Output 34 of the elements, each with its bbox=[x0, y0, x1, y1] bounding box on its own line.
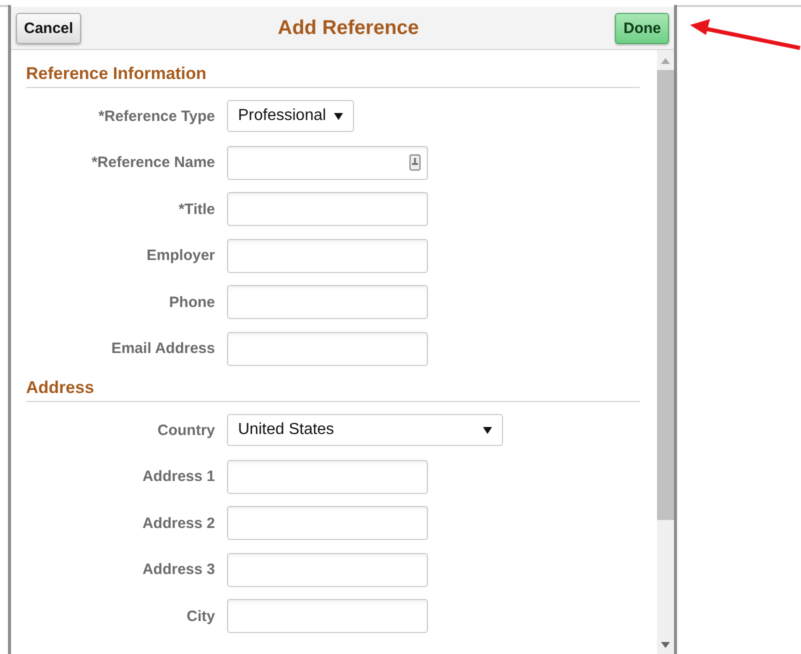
input-field[interactable] bbox=[227, 506, 428, 540]
field-label: *Title bbox=[178, 200, 216, 218]
scrollbar[interactable] bbox=[657, 50, 674, 654]
caret-icon bbox=[483, 426, 492, 434]
cancel-button[interactable]: Cancel bbox=[16, 12, 82, 44]
field-label: Address 1 bbox=[141, 468, 216, 485]
input-field[interactable] bbox=[227, 599, 428, 633]
section-heading: Reference Information bbox=[26, 64, 640, 88]
field-label: Address 2 bbox=[141, 514, 216, 532]
field-label: Address 3 bbox=[141, 561, 216, 578]
scroll-thumb[interactable] bbox=[657, 70, 674, 520]
field-label: Country bbox=[156, 422, 216, 438]
field-label: City bbox=[186, 608, 216, 624]
dropdown[interactable]: Professional bbox=[227, 100, 354, 132]
dropdown[interactable]: United States bbox=[227, 414, 503, 446]
input-field[interactable] bbox=[227, 552, 428, 586]
done-button[interactable]: Done bbox=[615, 12, 669, 44]
input-field[interactable] bbox=[227, 146, 428, 180]
scroll-down-icon[interactable] bbox=[661, 642, 670, 648]
input-field[interactable] bbox=[227, 460, 428, 494]
field-label: *Reference Type bbox=[98, 108, 216, 124]
input-field[interactable] bbox=[227, 192, 428, 226]
input-field[interactable] bbox=[227, 285, 428, 319]
dialog-title: Add Reference bbox=[278, 16, 419, 40]
section-heading: Address bbox=[26, 378, 640, 402]
field-label: *Reference Name bbox=[90, 154, 216, 171]
caret-icon bbox=[334, 112, 343, 120]
field-label: Email Address bbox=[110, 340, 216, 357]
lookup-icon[interactable] bbox=[409, 154, 421, 171]
field-label: Phone bbox=[168, 294, 216, 310]
input-field[interactable] bbox=[227, 238, 428, 272]
field-label: Employer bbox=[146, 247, 216, 264]
input-field[interactable] bbox=[227, 332, 428, 366]
scroll-up-icon[interactable] bbox=[661, 58, 670, 64]
